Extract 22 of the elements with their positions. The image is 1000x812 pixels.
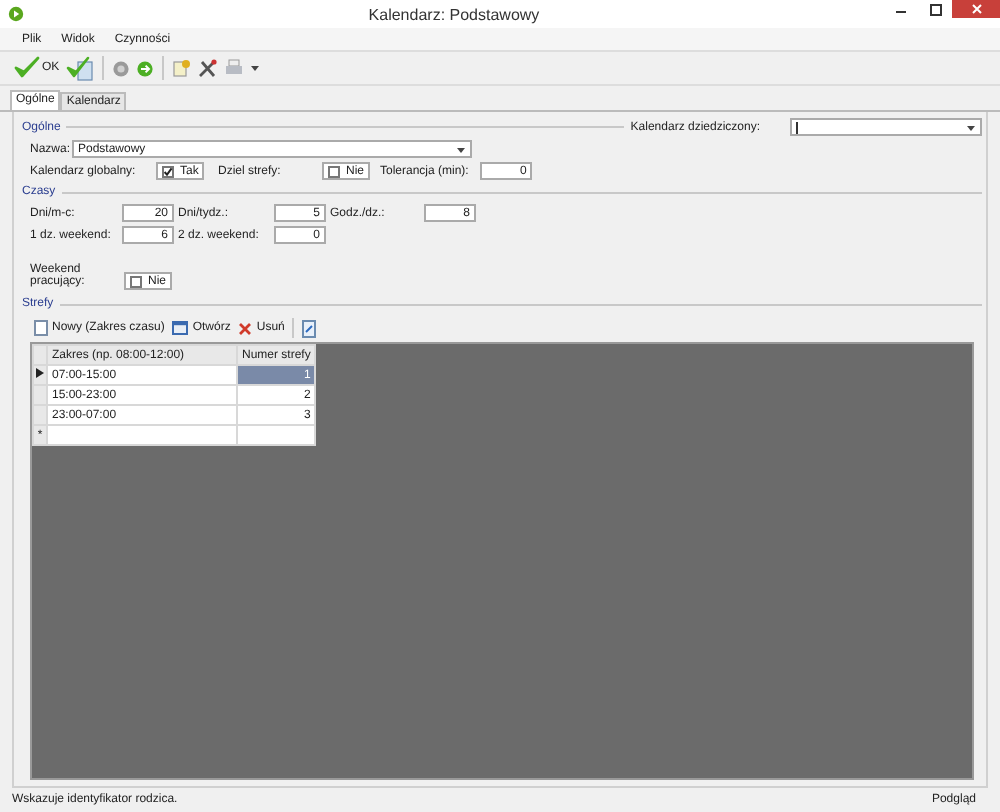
save-close-icon[interactable]	[65, 55, 94, 81]
circle-icon[interactable]	[111, 59, 130, 77]
window-icon	[172, 320, 189, 336]
refresh-icon[interactable]	[135, 59, 154, 77]
row-header[interactable]	[33, 365, 47, 385]
close-icon	[971, 4, 981, 14]
caret-icon	[456, 145, 466, 153]
window-title: Kalendarz: Podstawowy	[366, 5, 542, 23]
tools-icon[interactable]	[197, 58, 218, 78]
inherited-calendar-dropdown[interactable]	[790, 118, 982, 136]
checkbox[interactable]	[130, 275, 142, 287]
caret-icon	[966, 123, 976, 131]
maximize-icon	[929, 3, 941, 15]
export-icon[interactable]	[302, 319, 319, 337]
checkbox[interactable]	[328, 165, 340, 177]
document-icon	[34, 320, 48, 336]
checkmark-icon[interactable]	[14, 56, 40, 80]
close-button[interactable]	[952, 0, 1000, 18]
app-logo-icon	[8, 6, 24, 22]
caret-icon	[249, 64, 260, 72]
checkbox[interactable]	[162, 165, 174, 177]
delete-icon	[238, 321, 253, 335]
